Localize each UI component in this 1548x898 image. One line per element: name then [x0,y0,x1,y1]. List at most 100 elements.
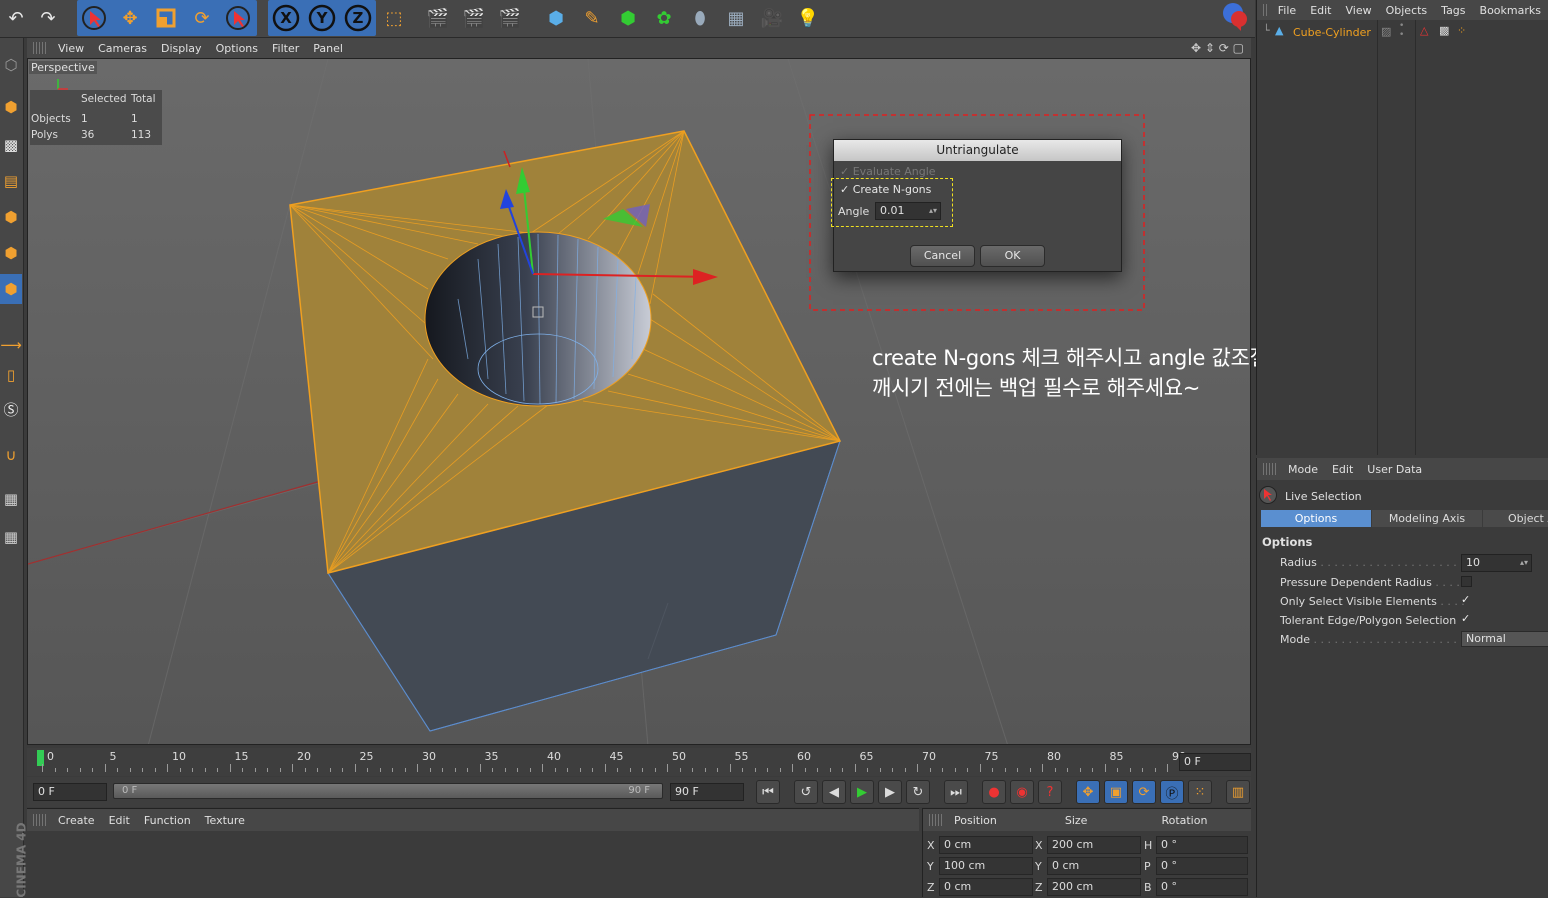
workplane-icon[interactable]: ▤ [0,166,22,196]
texture-tag-icon[interactable]: ▩ [1439,24,1449,37]
tab-options[interactable]: Options [1261,510,1371,527]
key-position-icon[interactable]: ✥ [1076,780,1100,804]
mm-menu-create[interactable]: Create [51,814,102,827]
ok-button[interactable]: OK [980,245,1045,267]
axis-mode-icon[interactable]: ⟶ [0,330,22,360]
next-key-icon[interactable]: ↻ [906,780,930,804]
points-mode-icon[interactable]: ⬢ [0,202,22,232]
frame-range-slider[interactable]: 0 F 90 F [113,783,663,799]
move-icon[interactable]: ✥ [114,2,146,34]
om-menu-view[interactable]: View [1339,4,1379,17]
polygons-mode-icon[interactable]: ⬢ [0,274,22,304]
planar-workplane-icon[interactable]: ▦ [0,522,22,552]
python-icon[interactable] [1218,0,1252,34]
om-menu-edit[interactable]: Edit [1303,4,1338,17]
radius-input[interactable]: 10 ▴▾ [1461,554,1532,572]
am-menu-edit[interactable]: Edit [1325,463,1360,476]
key-scale-icon[interactable]: ▣ [1104,780,1128,804]
rotation-p-field[interactable]: 0 ° [1156,857,1248,875]
floor-icon[interactable]: ▦ [720,2,752,34]
render-picture-viewer-icon[interactable]: 🎬 [458,2,490,34]
undo-icon[interactable]: ↶ [0,2,32,34]
start-frame-field[interactable]: 0 F [33,783,107,801]
mode-select[interactable]: Normal [1461,631,1548,647]
warning-tag-icon[interactable]: △ [1420,24,1428,37]
viewport-menu-options[interactable]: Options [209,42,265,55]
y-axis-icon[interactable]: Y [306,2,338,34]
current-frame-field[interactable]: 0 F [1179,753,1251,771]
size-z-field[interactable]: 200 cm [1047,878,1141,896]
rotation-h-field[interactable]: 0 ° [1156,836,1248,854]
deformer-icon[interactable]: ⬮ [684,2,716,34]
record-icon[interactable]: ● [982,780,1006,804]
evaluate-angle-checkbox[interactable]: ✓ Evaluate Angle [840,165,936,178]
key-pla-icon[interactable]: ⁙ [1188,780,1212,804]
light-icon[interactable]: 💡 [792,2,824,34]
layer-icon[interactable]: ▨ [1381,25,1391,38]
mm-menu-texture[interactable]: Texture [198,814,252,827]
viewport-menu-filter[interactable]: Filter [265,42,306,55]
end-frame-field[interactable]: 90 F [670,783,744,801]
rotate-icon[interactable]: ⟳ [186,2,218,34]
object-name[interactable]: Cube-Cylinder [1293,26,1371,39]
pressure-checkbox[interactable] [1461,576,1472,587]
position-y-field[interactable]: 100 cm [939,857,1033,875]
om-menu-objects[interactable]: Objects [1379,4,1435,17]
x-axis-icon[interactable]: X [270,2,302,34]
stepper-icon[interactable]: ▴▾ [1520,555,1528,571]
redo-icon[interactable]: ↷ [32,2,64,34]
timeline-icon[interactable]: ▥ [1226,780,1250,804]
last-tool-icon[interactable] [222,2,254,34]
go-to-start-icon[interactable]: ⏮ [756,780,780,804]
render-view-icon[interactable]: 🎬 [422,2,454,34]
make-editable-icon[interactable]: ⬡ [0,50,22,80]
object-row[interactable]: └ ▲ Cube-Cylinder ▨ • • △ ▩ ⁘ [1257,22,1548,42]
model-mode-icon[interactable]: ⬢ [0,92,22,122]
viewport-nav-icons[interactable]: ✥ ⇕ ⟳ ▢ [1184,41,1251,55]
keyframe-selection-icon[interactable]: ? [1038,780,1062,804]
cancel-button[interactable]: Cancel [910,245,975,267]
om-menu-bookmarks[interactable]: Bookmarks [1473,4,1548,17]
edges-mode-icon[interactable]: ⬢ [0,238,22,268]
om-menu-tags[interactable]: Tags [1434,4,1472,17]
previous-frame-icon[interactable]: ◀ [822,780,846,804]
am-menu-user-data[interactable]: User Data [1360,463,1429,476]
tolerant-checkbox[interactable]: ✓ [1461,613,1472,624]
mm-menu-function[interactable]: Function [137,814,198,827]
live-selection-icon[interactable] [78,2,110,34]
mm-menu-edit[interactable]: Edit [102,814,137,827]
om-menu-file[interactable]: File [1271,4,1303,17]
solo-icon[interactable]: Ⓢ [0,394,22,424]
visibility-dots-icon[interactable]: • • [1399,22,1404,40]
size-x-field[interactable]: 200 cm [1047,836,1141,854]
pen-spline-icon[interactable]: ✎ [576,2,608,34]
tab-object[interactable]: Object A [1483,510,1548,527]
tab-modeling-axis[interactable]: Modeling Axis [1372,510,1482,527]
snap-icon[interactable]: ∪ [0,440,22,470]
viewport-menu-panel[interactable]: Panel [306,42,350,55]
coordinate-system-icon[interactable]: ⬚ [378,2,410,34]
cube-primitive-icon[interactable]: ⬢ [540,2,572,34]
visible-checkbox[interactable]: ✓ [1461,594,1472,605]
next-frame-icon[interactable]: ▶ [878,780,902,804]
play-icon[interactable]: ▶ [850,780,874,804]
selection-tag-icon[interactable]: ⁘ [1457,24,1466,37]
previous-key-icon[interactable]: ↺ [794,780,818,804]
viewport-menu-cameras[interactable]: Cameras [91,42,154,55]
camera-label[interactable]: Perspective [29,61,97,74]
z-axis-icon[interactable]: Z [342,2,374,34]
scale-icon[interactable] [150,2,182,34]
texture-mode-icon[interactable]: ▩ [0,130,22,160]
position-z-field[interactable]: 0 cm [939,878,1033,896]
subdivision-icon[interactable]: ⬢ [612,2,644,34]
tweak-mode-icon[interactable]: ▯ [0,360,22,390]
key-parameter-icon[interactable]: Ⓟ [1160,780,1184,804]
render-settings-icon[interactable]: 🎬 [494,2,526,34]
array-icon[interactable]: ✿ [648,2,680,34]
viewport-menu-display[interactable]: Display [154,42,209,55]
go-to-end-icon[interactable]: ⏭ [944,780,968,804]
timeline-ruler[interactable]: 051015202530354045505560657075808590 0 F [27,748,1251,776]
key-rotation-icon[interactable]: ⟳ [1132,780,1156,804]
position-x-field[interactable]: 0 cm [939,836,1033,854]
camera-icon[interactable]: 🎥 [756,2,788,34]
